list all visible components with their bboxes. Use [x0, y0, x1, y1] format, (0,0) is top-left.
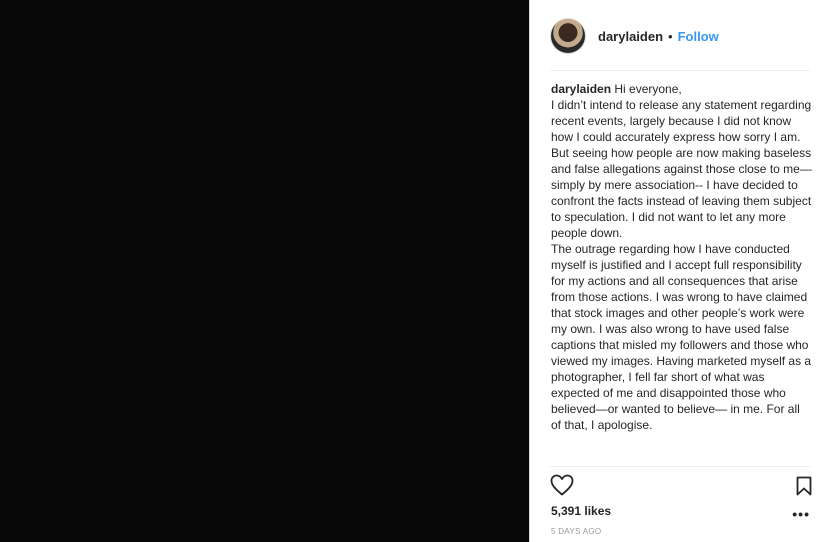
caption-username-link[interactable]: darylaiden	[551, 82, 611, 96]
caption-paragraph-3: The outrage regarding how I have conduct…	[551, 242, 812, 432]
username-link[interactable]: darylaiden	[598, 29, 663, 44]
post-header: darylaiden • Follow	[550, 16, 810, 56]
header-divider	[550, 70, 810, 71]
actions-divider	[550, 466, 810, 467]
post-timestamp[interactable]: 5 DAYS AGO	[551, 527, 601, 536]
action-bar	[550, 474, 812, 500]
more-options-button[interactable]: •••	[792, 506, 810, 522]
post-image[interactable]	[0, 0, 529, 542]
separator-dot: •	[668, 28, 673, 44]
caption-paragraph-1: darylaiden Hi everyone,	[551, 81, 813, 97]
avatar[interactable]	[550, 18, 586, 54]
caption: darylaiden Hi everyone, I didn’t intend …	[551, 81, 813, 433]
caption-paragraph-2: I didn’t intend to release any statement…	[551, 98, 812, 240]
caption-greeting: Hi everyone,	[614, 82, 682, 96]
heart-icon[interactable]	[550, 474, 574, 501]
post-side-panel: darylaiden • Follow darylaiden Hi everyo…	[529, 0, 832, 542]
likes-count[interactable]: 5,391 likes	[551, 504, 611, 518]
bookmark-icon[interactable]	[796, 476, 812, 501]
follow-button[interactable]: Follow	[678, 29, 719, 44]
